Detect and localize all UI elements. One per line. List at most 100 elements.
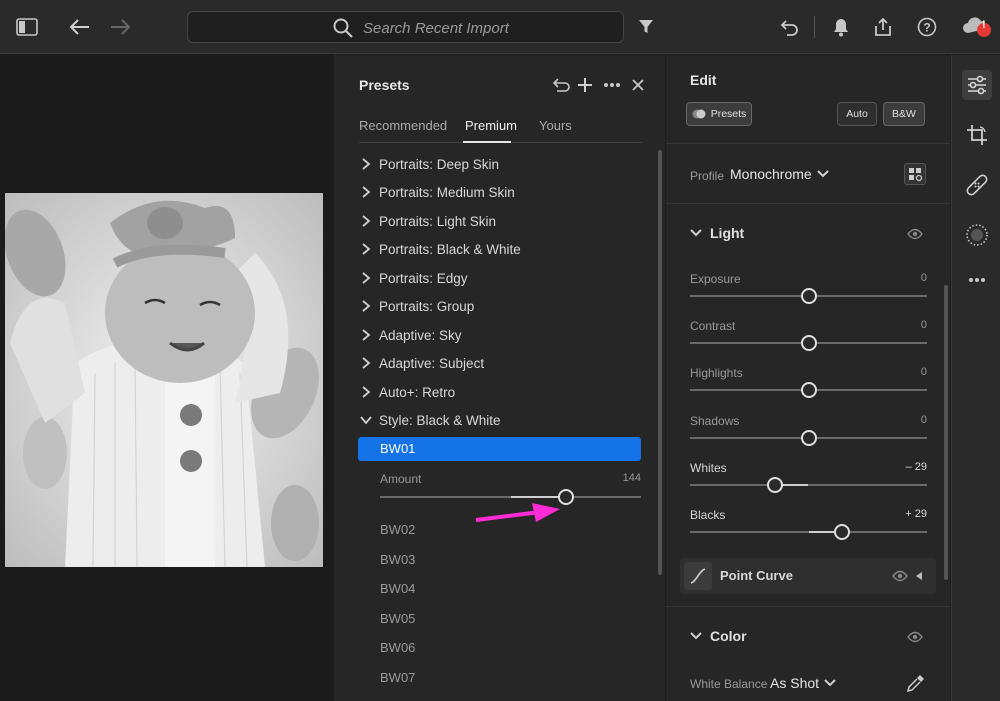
presets-button[interactable]: Presets bbox=[686, 102, 752, 126]
exposure-slider[interactable] bbox=[690, 288, 927, 304]
preset-group-expanded[interactable]: Style: Black & White bbox=[359, 410, 501, 430]
edit-scrollbar[interactable] bbox=[944, 285, 948, 580]
tool-rail bbox=[951, 55, 1000, 701]
preset-item-selected[interactable]: BW01 bbox=[358, 437, 641, 461]
whites-slider[interactable] bbox=[690, 477, 927, 493]
highlights-slider[interactable] bbox=[690, 382, 927, 398]
chevron-right-icon bbox=[362, 386, 371, 398]
chevron-right-icon bbox=[362, 243, 371, 255]
preset-group[interactable]: Portraits: Medium Skin bbox=[359, 182, 515, 202]
top-bar: Search Recent Import ? ! bbox=[0, 0, 1000, 54]
blacks-slider[interactable] bbox=[690, 524, 927, 540]
contrast-slider-thumb[interactable] bbox=[800, 335, 817, 351]
preset-item[interactable]: BW06 bbox=[380, 640, 415, 655]
highlights-value: 0 bbox=[920, 366, 927, 378]
contrast-value: 0 bbox=[920, 319, 927, 331]
eyedropper-icon[interactable] bbox=[906, 673, 926, 693]
more-options-icon[interactable] bbox=[602, 75, 622, 95]
masking-icon[interactable] bbox=[962, 220, 992, 250]
white-balance-value: As Shot bbox=[770, 675, 820, 691]
search-field[interactable]: Search Recent Import bbox=[187, 11, 624, 43]
eye-icon[interactable] bbox=[907, 629, 923, 645]
edit-sliders-icon[interactable] bbox=[962, 70, 992, 100]
chevron-down-icon bbox=[690, 632, 702, 640]
filter-icon[interactable] bbox=[632, 13, 660, 41]
whites-slider-thumb[interactable] bbox=[767, 477, 784, 493]
presets-panel: Presets Recommended Premium Yours Portra… bbox=[334, 55, 665, 701]
collapse-left-icon[interactable] bbox=[915, 571, 923, 581]
amount-value: 144 bbox=[622, 472, 641, 484]
preset-group[interactable]: Adaptive: Sky bbox=[359, 325, 462, 345]
preset-group[interactable]: Portraits: Light Skin bbox=[359, 211, 496, 231]
preset-group[interactable]: Portraits: Deep Skin bbox=[359, 154, 499, 174]
toolbar-divider bbox=[814, 16, 815, 38]
exposure-slider-thumb[interactable] bbox=[800, 288, 817, 304]
preset-group[interactable]: Auto+: Retro bbox=[359, 382, 455, 402]
tab-premium[interactable]: Premium bbox=[465, 118, 517, 133]
chevron-down-icon bbox=[360, 416, 372, 425]
eye-icon[interactable] bbox=[892, 568, 908, 584]
presets-button-label: Presets bbox=[710, 108, 747, 120]
point-curve-section[interactable]: Point Curve bbox=[680, 558, 936, 594]
search-input[interactable]: Search Recent Import bbox=[363, 20, 509, 37]
highlights-slider-thumb[interactable] bbox=[800, 382, 817, 398]
eye-icon[interactable] bbox=[907, 226, 923, 242]
forward-arrow-icon[interactable] bbox=[106, 13, 134, 41]
crop-icon[interactable] bbox=[962, 120, 992, 150]
preset-item[interactable]: BW07 bbox=[380, 670, 415, 685]
preset-group[interactable]: Portraits: Group bbox=[359, 296, 474, 316]
help-icon[interactable]: ? bbox=[913, 13, 941, 41]
preset-item[interactable]: BW04 bbox=[380, 581, 415, 596]
auto-button[interactable]: Auto bbox=[837, 102, 877, 126]
profile-dropdown[interactable]: Monochrome bbox=[730, 166, 829, 182]
add-preset-icon[interactable] bbox=[575, 75, 595, 95]
preset-group[interactable]: Portraits: Black & White bbox=[359, 239, 521, 259]
shadows-slider[interactable] bbox=[690, 430, 927, 446]
shadows-slider-thumb[interactable] bbox=[800, 430, 817, 446]
light-section-header[interactable]: Light bbox=[690, 225, 744, 241]
preset-group[interactable]: Portraits: Edgy bbox=[359, 268, 468, 288]
shadows-value: 0 bbox=[920, 414, 927, 426]
profile-browser-icon[interactable] bbox=[904, 163, 926, 185]
chevron-down-icon bbox=[690, 229, 702, 237]
chevron-down-icon bbox=[816, 170, 829, 178]
bw-button[interactable]: B&W bbox=[883, 102, 925, 126]
blacks-slider-thumb[interactable] bbox=[833, 524, 850, 540]
white-balance-dropdown[interactable]: As Shot bbox=[770, 675, 836, 691]
presets-icon bbox=[692, 109, 706, 119]
chevron-right-icon bbox=[362, 215, 371, 227]
more-tools-icon[interactable] bbox=[962, 265, 992, 295]
chevron-down-icon bbox=[824, 679, 836, 687]
chevron-right-icon bbox=[362, 357, 371, 369]
preset-group-label: Portraits: Edgy bbox=[379, 270, 468, 286]
chevron-right-icon bbox=[362, 272, 371, 284]
whites-value: – 29 bbox=[905, 461, 927, 473]
preset-item[interactable]: BW03 bbox=[380, 552, 415, 567]
cloud-sync-icon[interactable]: ! bbox=[960, 13, 994, 41]
undo-icon[interactable] bbox=[776, 13, 804, 41]
tab-yours[interactable]: Yours bbox=[539, 118, 572, 133]
edit-title: Edit bbox=[690, 72, 717, 88]
close-icon[interactable] bbox=[628, 75, 648, 95]
healing-bandage-icon[interactable] bbox=[962, 170, 992, 200]
bell-icon[interactable] bbox=[827, 13, 855, 41]
profile-value: Monochrome bbox=[730, 166, 812, 182]
panel-toggle-icon[interactable] bbox=[13, 13, 41, 41]
blacks-label: Blacks bbox=[690, 508, 726, 522]
presets-tabs: Recommended Premium Yours bbox=[359, 117, 642, 143]
preset-item-label: BW01 bbox=[380, 441, 416, 456]
share-icon[interactable] bbox=[869, 13, 897, 41]
curve-icon bbox=[684, 562, 712, 590]
preset-group-label: Adaptive: Subject bbox=[379, 355, 485, 371]
preset-item[interactable]: BW02 bbox=[380, 522, 415, 537]
back-arrow-icon[interactable] bbox=[66, 13, 94, 41]
exposure-label: Exposure bbox=[690, 272, 741, 286]
tab-recommended[interactable]: Recommended bbox=[359, 118, 447, 133]
reset-presets-icon[interactable] bbox=[552, 75, 572, 95]
contrast-slider[interactable] bbox=[690, 335, 927, 351]
presets-scrollbar[interactable] bbox=[658, 150, 662, 575]
color-section-header[interactable]: Color bbox=[690, 628, 747, 644]
preset-group[interactable]: Adaptive: Subject bbox=[359, 353, 484, 373]
preset-item[interactable]: BW05 bbox=[380, 611, 415, 626]
svg-text:?: ? bbox=[923, 21, 930, 35]
